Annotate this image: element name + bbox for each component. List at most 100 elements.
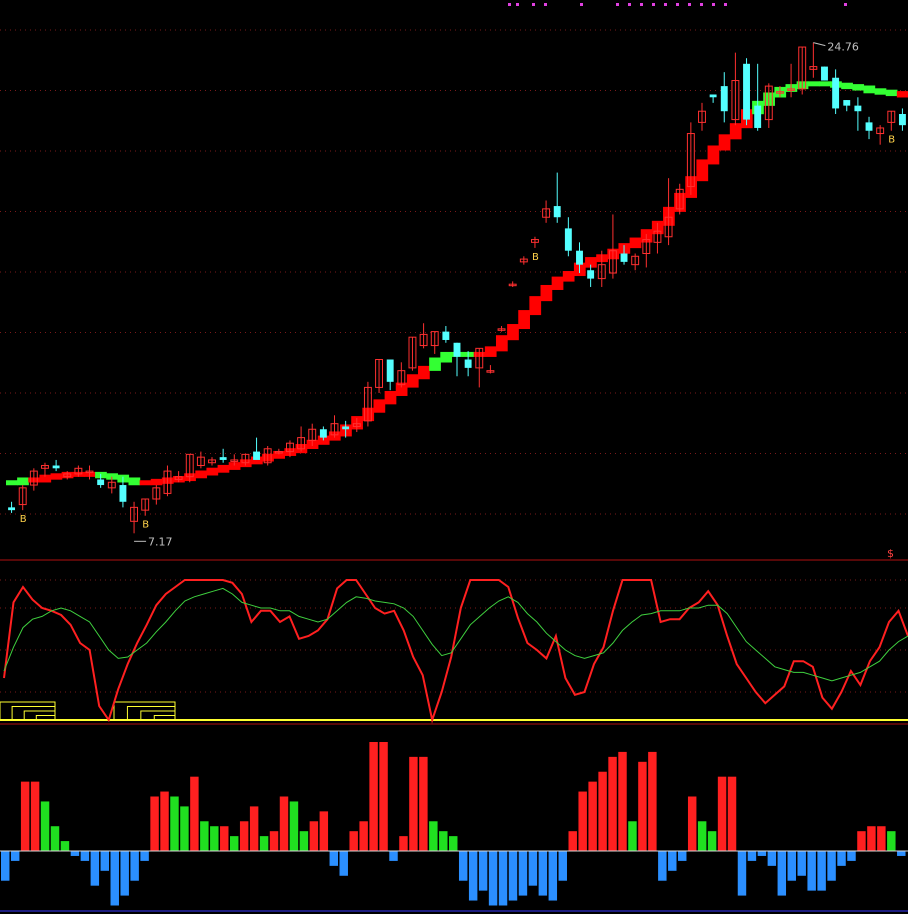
macd-histogram-panel <box>0 742 908 912</box>
candle-body-down <box>754 105 762 128</box>
histogram-bar-negative <box>130 851 139 881</box>
histogram-bar-positive <box>200 821 209 851</box>
trend-ribbon-segment <box>885 89 898 97</box>
candle-body-down <box>52 465 60 469</box>
buy-marker: B <box>532 252 539 263</box>
histogram-bar-negative <box>488 851 498 906</box>
histogram-bar-positive <box>150 796 159 851</box>
histogram-bar-positive <box>608 756 617 851</box>
histogram-bar-positive <box>628 821 637 851</box>
kd-line-k <box>3 579 908 724</box>
histogram-bar-positive <box>210 826 219 851</box>
signal-dot <box>688 3 691 6</box>
trend-ribbon-segment <box>518 310 530 330</box>
histogram-bar-positive <box>588 781 597 851</box>
histogram-bar-positive <box>877 826 886 851</box>
trend-ribbon-segment <box>852 84 865 91</box>
histogram-bar-positive <box>160 791 169 851</box>
candle-body-down <box>219 457 227 460</box>
histogram-bar-positive <box>379 742 388 851</box>
trend-ribbon-segment <box>707 145 720 165</box>
histogram-bar-negative <box>110 851 119 906</box>
trend-ribbon-segment <box>195 470 208 479</box>
trend-ribbon-segment <box>17 477 29 486</box>
histogram-bar-positive <box>349 831 358 851</box>
histogram-bar-positive <box>239 821 249 851</box>
trend-ribbon-segment <box>150 478 163 486</box>
kd-step-marker <box>11 706 56 721</box>
histogram-bar-negative <box>100 851 110 871</box>
candle-body-down <box>442 331 450 340</box>
histogram-bar-positive <box>259 836 269 851</box>
histogram-bar-negative <box>70 851 80 856</box>
histogram-bar-positive <box>449 836 458 851</box>
histogram-bar-negative <box>558 851 567 881</box>
high-arrow <box>813 42 826 47</box>
histogram-bar-positive <box>369 742 378 851</box>
trend-ribbon-segment <box>696 159 709 182</box>
candle-body-down <box>854 105 862 112</box>
trend-ribbon-segment <box>50 473 63 480</box>
histogram-bar-negative <box>777 851 787 896</box>
trend-ribbon-segment <box>406 374 419 388</box>
histogram-bar-negative <box>678 851 687 861</box>
high-price-label: 24.76 <box>827 41 859 54</box>
trend-ribbon-segment <box>729 123 742 140</box>
signal-dot <box>664 3 667 6</box>
signal-dot <box>544 3 547 6</box>
histogram-bar-positive <box>299 831 309 851</box>
histogram-bar-positive <box>399 836 408 851</box>
histogram-bar-positive <box>439 831 448 851</box>
histogram-bar-positive <box>359 821 368 851</box>
histogram-bar-positive <box>429 821 438 851</box>
trend-ribbon-segment <box>440 351 453 363</box>
candle-body-down <box>832 77 840 109</box>
buy-marker: B <box>142 520 149 531</box>
trend-ribbon-segment <box>562 271 575 282</box>
candle-body-down <box>587 270 595 279</box>
trend-ribbon-segment <box>6 480 18 486</box>
candle-body-down <box>865 122 873 131</box>
histogram-bar-negative <box>847 851 856 861</box>
signal-dot <box>616 3 619 6</box>
histogram-bar-negative <box>807 851 816 891</box>
trend-ribbon-segment <box>896 91 908 98</box>
buy-marker: B <box>888 135 895 146</box>
histogram-bar-negative <box>498 851 508 906</box>
histogram-bar-positive <box>568 831 577 851</box>
candle-body-down <box>342 426 350 430</box>
candle-body-down <box>898 114 906 126</box>
histogram-bar-negative <box>10 851 20 861</box>
candle-body-down <box>553 206 561 218</box>
candle-body-down <box>709 94 717 98</box>
histogram-bar-positive <box>857 831 866 851</box>
candle-body-down <box>821 66 828 81</box>
histogram-bar-negative <box>140 851 149 861</box>
histogram-bar-negative <box>458 851 468 881</box>
histogram-bar-negative <box>1 851 10 881</box>
histogram-bar-negative <box>528 851 538 886</box>
histogram-bar-positive <box>30 781 40 851</box>
trend-ribbon-segment <box>217 464 230 473</box>
histogram-bar-negative <box>518 851 528 896</box>
low-price-label: 7.17 <box>148 535 173 548</box>
histogram-bar-positive <box>60 841 70 851</box>
buy-marker: B <box>20 514 27 525</box>
histogram-bar-negative <box>668 851 677 871</box>
histogram-bar-positive <box>269 831 279 851</box>
signal-dot <box>628 3 631 6</box>
histogram-bar-positive <box>419 756 428 851</box>
candle-body-down <box>464 359 472 368</box>
trend-ribbon-segment <box>874 88 887 95</box>
candle-body-down <box>843 100 851 106</box>
histogram-bar-negative <box>468 851 478 901</box>
histogram-bar-negative <box>827 851 836 881</box>
histogram-bar-negative <box>80 851 90 861</box>
histogram-bar-negative <box>837 851 846 866</box>
histogram-bar-positive <box>727 776 737 851</box>
candle-body-down <box>119 485 127 502</box>
histogram-bar-positive <box>249 806 259 851</box>
histogram-bar-negative <box>90 851 100 886</box>
histogram-bar-positive <box>867 826 876 851</box>
histogram-bar-negative <box>767 851 777 866</box>
